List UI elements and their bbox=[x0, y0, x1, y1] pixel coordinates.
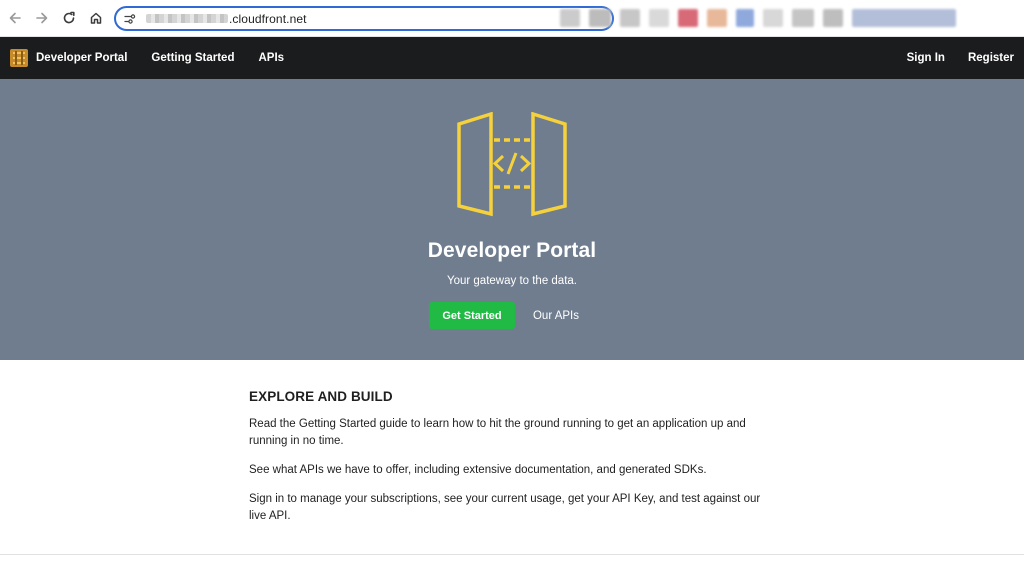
extension-icon[interactable] bbox=[763, 9, 783, 27]
get-started-button[interactable]: Get Started bbox=[429, 302, 515, 329]
extensions-area bbox=[560, 7, 965, 29]
api-gateway-logo-icon[interactable] bbox=[9, 47, 29, 69]
extension-icon[interactable] bbox=[620, 9, 640, 27]
nav-apis-link[interactable]: APIs bbox=[258, 52, 284, 64]
paragraph-apis: See what APIs we have to offer, includin… bbox=[249, 464, 707, 476]
hero-subtitle: Your gateway to the data. bbox=[446, 275, 577, 287]
extension-icon[interactable] bbox=[792, 9, 814, 27]
browser-toolbar: .cloudfront.net bbox=[0, 0, 1024, 37]
extension-icon[interactable] bbox=[649, 9, 669, 27]
back-arrow-icon[interactable] bbox=[4, 7, 26, 29]
section-heading: EXPLORE AND BUILD bbox=[249, 389, 393, 404]
forward-arrow-icon[interactable] bbox=[31, 7, 53, 29]
hero-title: Developer Portal bbox=[427, 239, 597, 262]
extension-icon[interactable] bbox=[678, 9, 698, 27]
nav-brand-link[interactable]: Developer Portal bbox=[36, 52, 127, 64]
extension-icon[interactable] bbox=[707, 9, 727, 27]
sign-in-link[interactable]: Sign In bbox=[907, 52, 945, 64]
address-bar[interactable]: .cloudfront.net bbox=[114, 6, 614, 31]
redacted-subdomain bbox=[146, 14, 228, 23]
site-navbar: Developer Portal Getting Started APIs Si… bbox=[0, 37, 1024, 79]
api-gateway-icon bbox=[457, 112, 567, 217]
reload-icon[interactable] bbox=[58, 7, 80, 29]
extension-icon[interactable] bbox=[560, 9, 580, 27]
nav-getting-started-link[interactable]: Getting Started bbox=[151, 52, 234, 64]
paragraph-getting-started: Read the Getting Started guide to learn … bbox=[249, 418, 746, 447]
url-text: .cloudfront.net bbox=[229, 11, 307, 26]
extension-icon[interactable] bbox=[736, 9, 754, 27]
footer-divider bbox=[0, 554, 1024, 555]
explore-section: EXPLORE AND BUILD Read the Getting Start… bbox=[249, 389, 779, 537]
register-link[interactable]: Register bbox=[968, 52, 1014, 64]
nav-account-links: Sign In Register bbox=[907, 52, 1024, 64]
paragraph-sign-in: Sign in to manage your subscriptions, se… bbox=[249, 493, 761, 522]
home-icon[interactable] bbox=[85, 7, 107, 29]
extension-icon[interactable] bbox=[823, 9, 843, 27]
site-settings-icon[interactable] bbox=[124, 13, 136, 25]
profile-area[interactable] bbox=[852, 9, 956, 27]
extension-icon[interactable] bbox=[589, 9, 611, 27]
our-apis-button[interactable]: Our APIs bbox=[520, 302, 592, 329]
